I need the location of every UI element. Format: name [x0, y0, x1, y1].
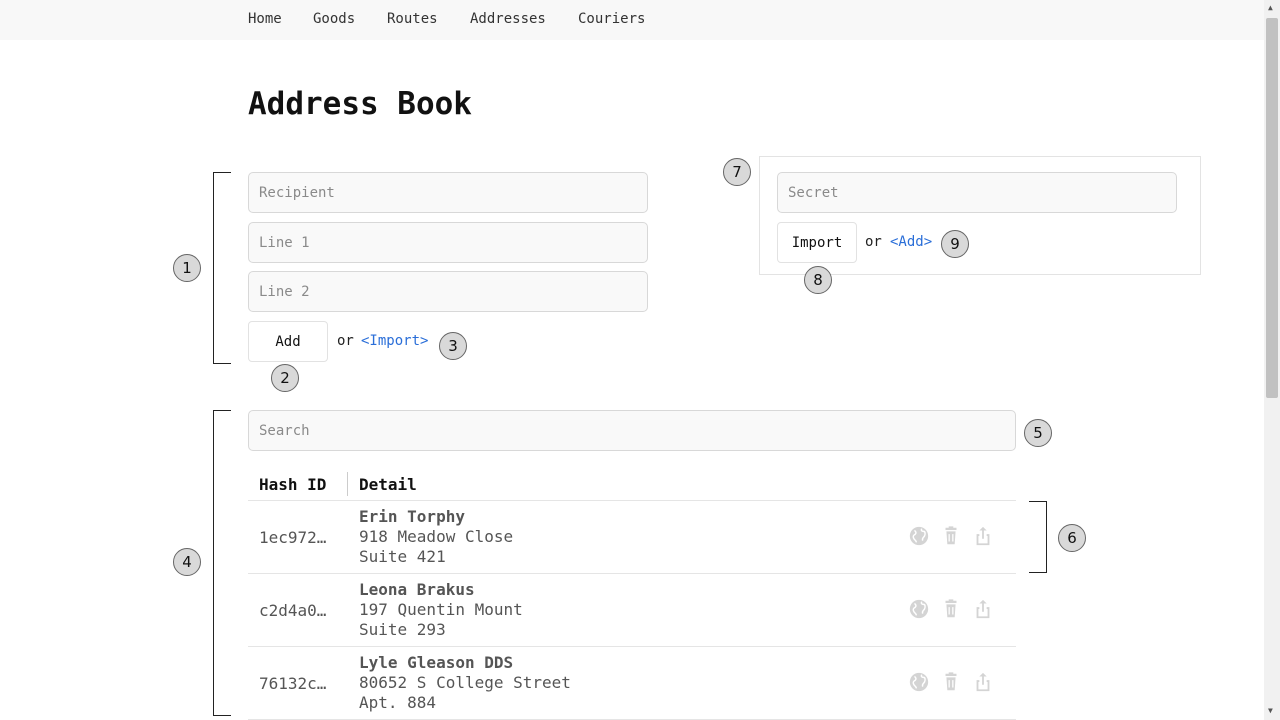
add-link[interactable]: <Add> — [890, 234, 932, 250]
trash-icon[interactable] — [940, 598, 962, 624]
callout-8: 8 — [804, 266, 832, 294]
recipient-name: Leona Brakus — [359, 580, 475, 599]
list-bracket — [213, 410, 231, 716]
or-text-import: or — [865, 234, 882, 250]
scroll-up-arrow[interactable]: ▲ — [1268, 3, 1273, 12]
row-actions — [908, 671, 994, 697]
address-line2: Suite 421 — [359, 547, 446, 566]
callout-5: 5 — [1024, 419, 1052, 447]
import-link[interactable]: <Import> — [361, 333, 428, 349]
line1-input[interactable] — [248, 222, 648, 263]
trash-icon[interactable] — [940, 525, 962, 551]
share-icon[interactable] — [972, 598, 994, 624]
detail-cell: Leona Brakus 197 Quentin Mount Suite 293 — [359, 580, 523, 640]
scrollbar[interactable]: ▲ ▼ — [1264, 0, 1280, 720]
callout-6: 6 — [1058, 524, 1086, 552]
detail-cell: Erin Torphy 918 Meadow Close Suite 421 — [359, 507, 513, 567]
recipient-input[interactable] — [248, 172, 648, 213]
callout-2: 2 — [271, 364, 299, 392]
address-line1: 197 Quentin Mount — [359, 600, 523, 619]
share-icon[interactable] — [972, 671, 994, 697]
globe-icon[interactable] — [908, 598, 930, 624]
header-hash-id: Hash ID — [259, 475, 327, 494]
row-actions — [908, 525, 994, 551]
address-line2: Suite 293 — [359, 620, 446, 639]
address-line1: 918 Meadow Close — [359, 527, 514, 546]
recipient-name: Erin Torphy — [359, 507, 465, 526]
actions-bracket — [1029, 501, 1047, 573]
hash-id-cell: 1ec972… — [259, 528, 327, 547]
search-input[interactable] — [248, 410, 1016, 451]
nav-routes[interactable]: Routes — [387, 11, 438, 27]
nav-couriers[interactable]: Couriers — [578, 11, 645, 27]
header-separator — [347, 472, 348, 496]
header-detail: Detail — [359, 475, 417, 494]
page-title: Address Book — [248, 86, 472, 122]
nav-addresses[interactable]: Addresses — [470, 11, 546, 27]
add-button[interactable]: Add — [248, 321, 328, 362]
hash-id-cell: 76132c… — [259, 674, 327, 693]
recipient-name: Lyle Gleason DDS — [359, 653, 514, 672]
globe-icon[interactable] — [908, 525, 930, 551]
callout-3: 3 — [439, 332, 467, 360]
callout-7: 7 — [723, 158, 751, 186]
globe-icon[interactable] — [908, 671, 930, 697]
share-icon[interactable] — [972, 525, 994, 551]
secret-input[interactable] — [777, 172, 1177, 213]
nav-home[interactable]: Home — [248, 11, 282, 27]
detail-cell: Lyle Gleason DDS 80652 S College Street Ap… — [359, 653, 571, 713]
line2-input[interactable] — [248, 271, 648, 312]
or-text: or — [337, 333, 354, 349]
address-line2: Apt. 884 — [359, 693, 437, 712]
table-row: 1ec972… Erin Torphy 918 Meadow Close Suite … — [248, 500, 1016, 573]
trash-icon[interactable] — [940, 671, 962, 697]
table-row: 76132c… Lyle Gleason DDS 80652 S College S… — [248, 646, 1016, 719]
import-button[interactable]: Import — [777, 222, 857, 263]
scroll-thumb[interactable] — [1266, 18, 1278, 398]
nav-goods[interactable]: Goods — [313, 11, 355, 27]
scroll-down-arrow[interactable]: ▼ — [1268, 706, 1273, 715]
callout-4: 4 — [173, 548, 201, 576]
callout-1: 1 — [173, 254, 201, 282]
form-bracket — [213, 172, 231, 364]
address-line1: 80652 S College Street — [359, 673, 571, 692]
hash-id-cell: c2d4a0… — [259, 601, 327, 620]
top-nav: Home Goods Routes Addresses Couriers — [0, 0, 1264, 40]
table-row: c2d4a0… Leona Brakus 197 Quentin Mount Suit… — [248, 573, 1016, 646]
row-actions — [908, 598, 994, 624]
callout-9: 9 — [941, 230, 969, 258]
